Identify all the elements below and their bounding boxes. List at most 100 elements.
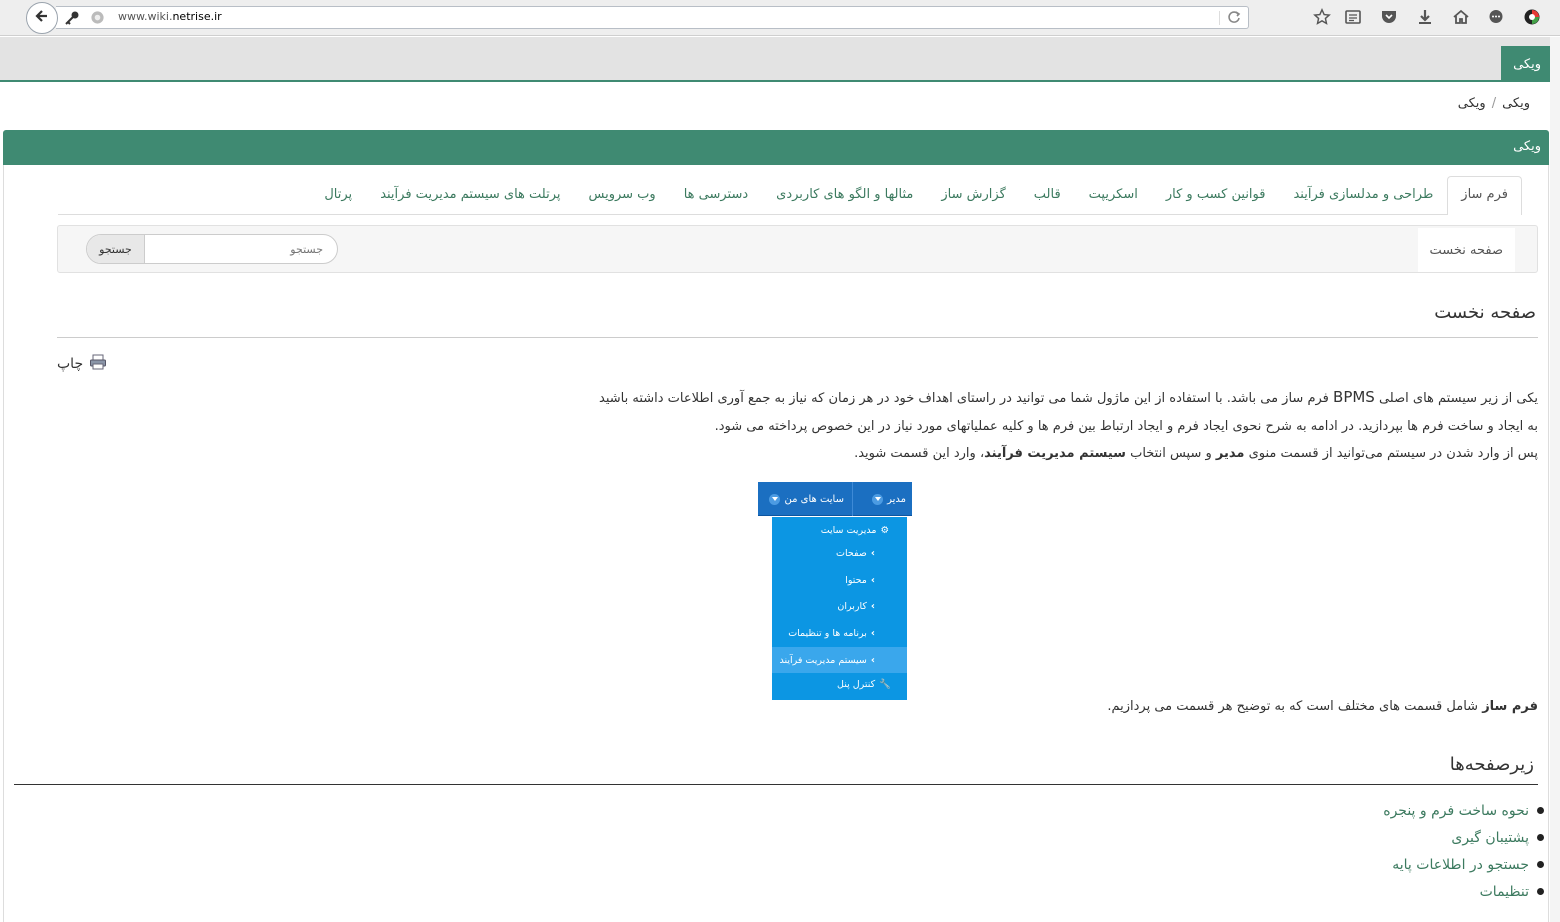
tab-portal[interactable]: پرتال (310, 176, 366, 214)
menu-item-label: برنامه ها و تنظیمات (788, 627, 867, 639)
tab-examples[interactable]: مثالها و الگو های کاربردی (762, 176, 927, 214)
menu-item-label: کاربران (837, 600, 867, 612)
intro-paragraph-3: پس از وارد شدن در سیستم می‌توانید از قسم… (854, 446, 1538, 461)
subpage-label[interactable]: پشتیبان گیری (1451, 830, 1529, 846)
globe-icon (90, 10, 105, 29)
menu-top-bar: مدیر سایت های من (758, 482, 912, 516)
breadcrumb-separator: / (1491, 96, 1497, 111)
subpage-link[interactable]: تنظیمات (1383, 878, 1544, 905)
menu-my-sites-label: سایت های من (784, 493, 844, 505)
subpage-label[interactable]: نحوه ساخت فرم و پنجره (1383, 803, 1529, 819)
menu-item-pages: › صفحات (772, 540, 907, 566)
page-title: صفحه نخست (1434, 302, 1536, 323)
breadcrumb-item[interactable]: ویکی (1502, 96, 1530, 111)
printer-icon (89, 353, 107, 375)
tab-form-builder[interactable]: فرم ساز (1447, 176, 1522, 215)
intro-paragraph-4: فرم ساز شامل قسمت های مختلف است که به تو… (1107, 699, 1538, 714)
subpage-link[interactable]: نحوه ساخت فرم و پنجره (1383, 797, 1544, 824)
home-page-link[interactable]: صفحه نخست (1417, 228, 1515, 272)
url-text[interactable]: www.wiki.netrise.ir (118, 10, 222, 23)
address-bar[interactable]: www.wiki.netrise.ir (56, 6, 1249, 29)
menu-item-label: مدیریت سایت (820, 524, 877, 536)
menu-item-control-panel: 🔧 کنترل پنل (772, 671, 907, 697)
para1-text: یکی از زیر سیستم های اصلی (1374, 391, 1538, 406)
subpages-divider (14, 784, 1538, 785)
home-icon[interactable] (1450, 6, 1472, 28)
menu-item-apps-settings: › برنامه ها و تنظیمات (772, 620, 907, 646)
print-label: چاپ (57, 356, 84, 372)
download-icon[interactable] (1414, 6, 1436, 28)
tab-script[interactable]: اسکریپت (1075, 176, 1152, 214)
url-divider (1219, 11, 1220, 25)
back-button[interactable] (26, 2, 58, 34)
menu-dropdown: ⚙ مدیریت سایت › صفحات › محتوا › کاربران › برن… (772, 517, 907, 700)
caret-down-icon (872, 493, 884, 505)
subpage-link[interactable]: جستجو در اطلاعات پایه (1383, 851, 1544, 878)
chevron-right-icon: › (870, 654, 875, 666)
tab-access[interactable]: دسترسی ها (670, 176, 762, 214)
nav-tab-wiki[interactable]: ویکی (1501, 46, 1553, 82)
scrollbar-track[interactable] (1550, 37, 1560, 922)
para3-text-end: ، وارد این قسمت شوید. (854, 446, 985, 461)
wrench-icon: 🔧 (879, 678, 891, 690)
extension-icon[interactable] (1521, 6, 1543, 28)
search-input[interactable] (145, 235, 337, 263)
para3-text: پس از وارد شدن در سیستم می‌توانید از قسم… (1244, 446, 1538, 461)
tab-web-service[interactable]: وب سرویس (575, 176, 670, 214)
subpage-label[interactable]: تنظیمات (1480, 884, 1529, 900)
back-arrow-icon (34, 8, 50, 28)
para3-admin: مدیر (1215, 446, 1245, 461)
tab-template[interactable]: قالب (1020, 176, 1075, 214)
para4-form-builder: فرم ساز (1482, 699, 1538, 714)
subpages-title: زیرصفحه‌ها (1449, 754, 1534, 775)
pocket-icon[interactable] (1378, 6, 1400, 28)
menu-item-process-system: › سیستم مدیریت فرآیند (772, 647, 907, 673)
gear-icon: ⚙ (880, 524, 889, 536)
para4-text: شامل قسمت های مختلف است که به توضیح هر ق… (1107, 699, 1483, 714)
breadcrumb: ویکی / ویکی (1458, 96, 1530, 111)
chevron-right-icon: › (870, 627, 875, 639)
subpage-label[interactable]: جستجو در اطلاعات پایه (1392, 857, 1529, 873)
tab-process-design[interactable]: طراحی و مدلسازی فرآیند (1279, 176, 1447, 214)
intro-paragraph-1: یکی از زیر سیستم های اصلی BPMS فرم ساز م… (599, 388, 1538, 406)
print-link[interactable]: چاپ (57, 353, 107, 375)
search-box: جستجو (86, 234, 338, 264)
menu-screenshot-image: مدیر سایت های من ⚙ مدیریت سایت › صفحات › مح… (758, 482, 912, 700)
menu-item-label: کنترل پنل (837, 678, 876, 690)
menu-item-users: › کاربران (772, 593, 907, 619)
browser-toolbar: www.wiki.netrise.ir (0, 0, 1560, 36)
subpage-link[interactable]: پشتیبان گیری (1383, 824, 1544, 851)
title-divider (57, 337, 1538, 338)
menu-admin-label: مدیر (887, 493, 906, 505)
para1-bpms: BPMS (1333, 388, 1375, 406)
caret-down-icon (769, 493, 781, 505)
bookmark-star-icon[interactable] (1311, 6, 1333, 28)
menu-item-label: صفحات (836, 547, 867, 559)
menu-admin: مدیر (872, 482, 906, 516)
menu-item-label: محتوا (845, 574, 867, 586)
para3-process-system: سیستم مدیریت فرآیند (984, 446, 1126, 461)
para1-text-rest: فرم ساز می باشد. با استفاده از این ماژول… (599, 391, 1334, 406)
subpages-list: نحوه ساخت فرم و پنجره پشتیبان گیری جستجو… (1383, 797, 1544, 905)
tab-portlets[interactable]: پرتلت های سیستم مدیریت فرآیند (366, 176, 574, 214)
search-button[interactable]: جستجو (87, 235, 145, 263)
top-navbar: ویکی (0, 37, 1560, 82)
chevron-right-icon: › (870, 547, 875, 559)
reading-list-icon[interactable] (1342, 6, 1364, 28)
chat-icon[interactable] (1485, 6, 1507, 28)
menu-item-content: › محتوا (772, 567, 907, 593)
intro-paragraph-2: به ایجاد و ساخت فرم ها بپردازید. در ادام… (714, 419, 1538, 434)
menu-divider (852, 482, 853, 516)
reload-icon[interactable] (1226, 9, 1242, 29)
breadcrumb-item[interactable]: ویکی (1458, 96, 1486, 111)
para3-text-mid: و سپس انتخاب (1125, 446, 1216, 461)
chevron-right-icon: › (870, 574, 875, 586)
panel-header: ویکی (3, 130, 1549, 165)
wiki-tabs: فرم ساز طراحی و مدلسازی فرآیند قوانین کس… (58, 176, 1522, 215)
menu-item-label: سیستم مدیریت فرآیند (779, 654, 867, 666)
wiki-subbar: صفحه نخست جستجو (57, 225, 1538, 273)
tab-business-rules[interactable]: قوانین کسب و کار (1152, 176, 1280, 214)
tab-report-builder[interactable]: گزارش ساز (927, 176, 1019, 214)
menu-my-sites: سایت های من (769, 482, 844, 516)
chevron-right-icon: › (870, 600, 875, 612)
